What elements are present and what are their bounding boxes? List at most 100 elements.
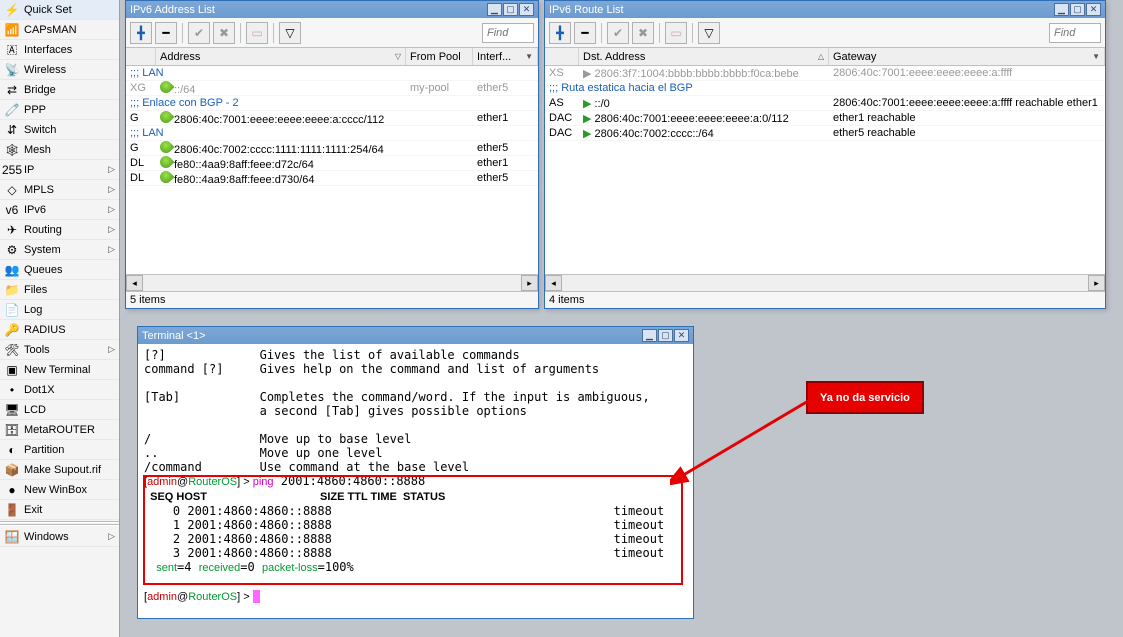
add-button[interactable]: ╋ [130, 22, 152, 44]
sidebar-item[interactable]: 🛠 Tools ▷ [0, 340, 119, 360]
menu-label: System [24, 244, 61, 256]
sidebar: ⚡Quick Set📶CAPsMAN🇦Interfaces📡Wireless⇄B… [0, 0, 120, 637]
menu-icon: 📁 [4, 282, 20, 298]
sidebar-item[interactable]: ⇄Bridge [0, 80, 119, 100]
sidebar-item[interactable]: 👥Queues [0, 260, 119, 280]
sidebar-item[interactable]: ◇MPLS▷ [0, 180, 119, 200]
sidebar-item[interactable]: •Dot1X [0, 380, 119, 400]
sidebar-item[interactable]: 🧷PPP [0, 100, 119, 120]
status-footer: 4 items [545, 291, 1105, 308]
find-input[interactable] [482, 23, 534, 43]
maximize-button[interactable]: ▢ [503, 3, 518, 16]
table-row[interactable]: ;;; Enlace con BGP - 2 [126, 96, 538, 111]
submenu-arrow-icon: ▷ [108, 344, 115, 355]
grid-header[interactable]: Dst. Address△ Gateway▼ [545, 48, 1105, 66]
enable-button[interactable]: ✔ [188, 22, 210, 44]
menu-icon: ✈ [4, 222, 20, 238]
sidebar-item[interactable]: ●New WinBox [0, 480, 119, 500]
grid-body[interactable]: ;;; LANXG::/64my-poolether5;;; Enlace co… [126, 66, 538, 274]
h-scrollbar[interactable]: ◂▸ [126, 274, 538, 291]
sidebar-item[interactable]: ▣New Terminal [0, 360, 119, 380]
comment-button[interactable]: ▭ [665, 22, 687, 44]
table-row[interactable]: XG::/64my-poolether5 [126, 81, 538, 96]
sidebar-item[interactable]: ✈Routing▷ [0, 220, 119, 240]
sidebar-item[interactable]: 255IP▷ [0, 160, 119, 180]
close-button[interactable]: ✕ [519, 3, 534, 16]
sidebar-item[interactable]: ◐Partition [0, 440, 119, 460]
minimize-button[interactable]: ▁ [642, 329, 657, 342]
table-row[interactable]: ;;; LAN [126, 66, 538, 81]
ipv6-route-list-window: IPv6 Route List ▁ ▢ ✕ ╋ ━ ✔ ✖ ▭ ▽ Dst. A… [544, 0, 1106, 309]
sidebar-item[interactable]: 📶CAPsMAN [0, 20, 119, 40]
sidebar-item[interactable]: 🪟Windows▷ [0, 527, 119, 547]
table-row[interactable]: ;;; Ruta estatica hacia el BGP [545, 81, 1105, 96]
add-button[interactable]: ╋ [549, 22, 571, 44]
disable-button[interactable]: ✖ [632, 22, 654, 44]
terminal-output[interactable]: [?] Gives the list of available commands… [138, 344, 693, 616]
menu-icon: 🛠 [4, 342, 20, 358]
menu-icon: 🧷 [4, 102, 20, 118]
remove-button[interactable]: ━ [155, 22, 177, 44]
filter-button[interactable]: ▽ [698, 22, 720, 44]
submenu-arrow-icon: ▷ [108, 224, 115, 235]
window-title: Terminal <1> [142, 330, 641, 342]
sidebar-item[interactable]: ⇵Switch [0, 120, 119, 140]
titlebar[interactable]: IPv6 Route List ▁ ▢ ✕ [545, 1, 1105, 18]
table-row[interactable]: XS▶2806:3f7:1004:bbbb:bbbb:bbbb:f0ca:beb… [545, 66, 1105, 81]
maximize-button[interactable]: ▢ [1070, 3, 1085, 16]
route-arrow-icon: ▶ [583, 113, 591, 125]
menu-label: Interfaces [24, 44, 72, 56]
table-row[interactable]: G2806:40c:7002:cccc:1111:1111:1111:254/6… [126, 141, 538, 156]
table-row[interactable]: DLfe80::4aa9:8aff:feee:d730/64ether5 [126, 171, 538, 186]
sidebar-item[interactable]: ⚡Quick Set [0, 0, 119, 20]
table-row[interactable]: DLfe80::4aa9:8aff:feee:d72c/64ether1 [126, 156, 538, 171]
menu-label: Files [24, 284, 47, 296]
minimize-button[interactable]: ▁ [487, 3, 502, 16]
menu-icon: 🪟 [4, 529, 20, 545]
sidebar-item[interactable]: 🚪Exit [0, 500, 119, 520]
workspace: IPv6 Address List ▁ ▢ ✕ ╋ ━ ✔ ✖ ▭ ▽ Addr… [120, 0, 1123, 637]
address-icon [158, 171, 175, 185]
table-row[interactable]: G2806:40c:7001:eeee:eeee:eeee:a:cccc/112… [126, 111, 538, 126]
disable-button[interactable]: ✖ [213, 22, 235, 44]
enable-button[interactable]: ✔ [607, 22, 629, 44]
titlebar[interactable]: Terminal <1> ▁ ▢ ✕ [138, 327, 693, 344]
sidebar-item[interactable]: 📡Wireless [0, 60, 119, 80]
sidebar-item[interactable]: ⚙System▷ [0, 240, 119, 260]
menu-icon: 255 [4, 162, 20, 178]
menu-label: Queues [24, 264, 63, 276]
sidebar-item[interactable]: 📁 Files [0, 280, 119, 300]
submenu-arrow-icon: ▷ [108, 204, 115, 215]
submenu-arrow-icon: ▷ [108, 164, 115, 175]
sidebar-item[interactable]: 📄Log [0, 300, 119, 320]
sidebar-item[interactable]: 🇦Interfaces [0, 40, 119, 60]
menu-label: Tools [24, 344, 50, 356]
grid-body[interactable]: XS▶2806:3f7:1004:bbbb:bbbb:bbbb:f0ca:beb… [545, 66, 1105, 274]
table-row[interactable]: DAC▶2806:40c:7001:eeee:eeee:eeee:a:0/112… [545, 111, 1105, 126]
h-scrollbar[interactable]: ◂▸ [545, 274, 1105, 291]
remove-button[interactable]: ━ [574, 22, 596, 44]
sidebar-item[interactable]: 🗄MetaROUTER [0, 420, 119, 440]
table-row[interactable]: DAC▶2806:40c:7002:cccc::/64ether5 reacha… [545, 126, 1105, 141]
sidebar-item[interactable]: 🖥LCD [0, 400, 119, 420]
sidebar-item[interactable]: 🔑RADIUS [0, 320, 119, 340]
route-arrow-icon: ▶ [583, 128, 591, 140]
window-title: IPv6 Address List [130, 4, 486, 16]
titlebar[interactable]: IPv6 Address List ▁ ▢ ✕ [126, 1, 538, 18]
close-button[interactable]: ✕ [1086, 3, 1101, 16]
find-input[interactable] [1049, 23, 1101, 43]
table-row[interactable]: ;;; LAN [126, 126, 538, 141]
sidebar-item[interactable]: 📦Make Supout.rif [0, 460, 119, 480]
close-button[interactable]: ✕ [674, 329, 689, 342]
sidebar-item[interactable]: v6IPv6▷ [0, 200, 119, 220]
sidebar-item[interactable]: 🕸Mesh [0, 140, 119, 160]
comment-button[interactable]: ▭ [246, 22, 268, 44]
minimize-button[interactable]: ▁ [1054, 3, 1069, 16]
menu-label: Make Supout.rif [24, 464, 101, 476]
table-row[interactable]: AS▶::/02806:40c:7001:eeee:eeee:eeee:a:ff… [545, 96, 1105, 111]
menu-label: Dot1X [24, 384, 55, 396]
filter-button[interactable]: ▽ [279, 22, 301, 44]
grid-header[interactable]: Address▽ From Pool Interf...▼ [126, 48, 538, 66]
maximize-button[interactable]: ▢ [658, 329, 673, 342]
menu-icon: ◇ [4, 182, 20, 198]
